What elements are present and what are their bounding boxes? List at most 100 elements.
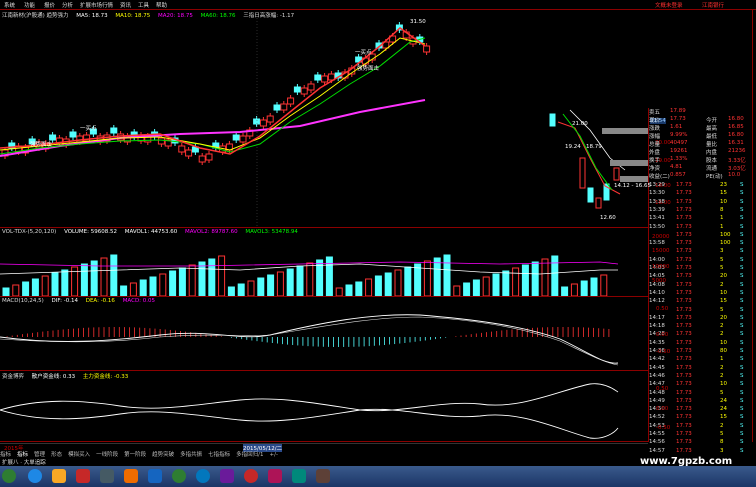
candle xyxy=(321,75,329,83)
quote-row: 总量 40497 量比 16.31 xyxy=(648,140,752,148)
volume-bar xyxy=(365,278,373,296)
indicator-tab[interactable]: 第一阶段 xyxy=(124,452,146,458)
volume-bar xyxy=(492,273,500,296)
tick-time: 14:00 xyxy=(649,256,665,263)
indicator-tab[interactable]: 趋势突破 xyxy=(152,452,174,458)
tick-row: 13:41 17.73 1 S xyxy=(648,215,752,223)
taskbar xyxy=(0,466,756,487)
tick-time: 13:29 xyxy=(649,182,665,188)
candle xyxy=(198,155,206,163)
tick-price: 17.73 xyxy=(676,447,692,454)
volume-bar xyxy=(374,275,382,296)
volume-bar xyxy=(159,273,167,296)
tick-price: 17.73 xyxy=(676,190,692,197)
price-21-label: 21.00 xyxy=(572,121,588,127)
tick-volume: 8 xyxy=(720,439,724,446)
volume-bar xyxy=(463,282,471,296)
indicator-tab[interactable]: 模拟买入 xyxy=(68,452,90,458)
login-status-link[interactable]: 文概未登录 xyxy=(655,1,683,9)
indicator-tab[interactable]: +/- xyxy=(270,452,278,458)
folder-icon[interactable] xyxy=(52,469,66,483)
macd-title: MACD(10,24,5) xyxy=(2,298,44,304)
app4-icon[interactable] xyxy=(148,469,162,483)
menu-news[interactable]: 资讯 xyxy=(120,1,131,9)
macd-chart xyxy=(0,314,619,366)
quote-value2: 16.80 xyxy=(728,116,744,122)
tick-time: 13:50 xyxy=(649,223,665,230)
volume-bar xyxy=(51,272,59,296)
quote-key: 外盘 xyxy=(649,150,661,156)
highlight-bar-2 xyxy=(610,160,648,166)
tick-price: 17.73 xyxy=(676,240,692,247)
volume-bar xyxy=(580,280,588,296)
tick-time: 13:39 xyxy=(649,206,665,213)
app5-icon[interactable] xyxy=(172,469,186,483)
menu-tools[interactable]: 工具 xyxy=(138,1,149,9)
fund-axis-zero: 0.00 xyxy=(656,406,669,412)
menu-system[interactable]: 系统 xyxy=(4,1,15,9)
start-icon[interactable] xyxy=(2,469,16,483)
vol-axis-5000: 5000 xyxy=(652,278,666,284)
app2-icon[interactable] xyxy=(100,469,114,483)
app8-icon[interactable] xyxy=(244,469,258,483)
app9-icon[interactable] xyxy=(268,469,282,483)
tick-price: 17.73 xyxy=(676,323,692,330)
ma5-line xyxy=(0,27,426,155)
tick-side: S xyxy=(740,439,744,446)
candle xyxy=(423,45,431,53)
ie-icon[interactable] xyxy=(28,469,42,483)
tick-side: S xyxy=(740,273,744,280)
quote-row: 收益(二) 0.857 PE(动) 10.0 xyxy=(648,172,752,180)
menu-help[interactable]: 帮助 xyxy=(156,1,167,9)
high-price-label: 31.50 xyxy=(410,19,426,25)
tick-price: 17.73 xyxy=(676,223,692,230)
tick-time: 14:49 xyxy=(649,397,665,404)
quote-key: 现价 xyxy=(649,118,661,124)
tick-price: 17.73 xyxy=(676,289,692,296)
tick-volume: 20 xyxy=(720,314,727,321)
tick-price: 17.73 xyxy=(676,422,692,429)
tick-price: 17.73 xyxy=(676,439,692,446)
menu-quote[interactable]: 报价 xyxy=(44,1,55,9)
tick-side: S xyxy=(740,215,744,222)
indicator-tab[interactable]: 七指指标 xyxy=(208,452,230,458)
tick-volume: 10 xyxy=(720,289,727,296)
tick-volume: 24 xyxy=(720,406,727,413)
bank-link[interactable]: 江南银行 xyxy=(702,1,724,9)
candle xyxy=(280,103,288,111)
indicator-tab[interactable]: 多指共振 xyxy=(180,452,202,458)
tick-row: 14:46 17.73 2 S xyxy=(648,373,752,381)
app7-icon[interactable] xyxy=(220,469,234,483)
volume-bar xyxy=(149,276,157,296)
tick-side: S xyxy=(740,389,744,396)
quote-key2: 最低 xyxy=(706,134,718,140)
tick-side: S xyxy=(740,447,744,454)
tick-price: 17.73 xyxy=(676,414,692,421)
tick-volume: 3 xyxy=(720,248,724,255)
tick-price: 17.73 xyxy=(676,265,692,271)
volume-bar xyxy=(296,265,304,296)
app1-icon[interactable] xyxy=(76,469,90,483)
menu-function[interactable]: 功能 xyxy=(24,1,35,9)
volume-bar xyxy=(453,285,461,296)
tick-side: S xyxy=(740,306,744,313)
menu-extended-market[interactable]: 扩展市场行情 xyxy=(80,1,113,9)
app11-icon[interactable] xyxy=(316,469,330,483)
app3-icon[interactable] xyxy=(124,469,138,483)
tick-row: 13:50 17.73 1 S xyxy=(648,224,752,232)
quote-key2: 流通 xyxy=(706,166,718,172)
menu-analysis[interactable]: 分析 xyxy=(62,1,73,9)
app10-icon[interactable] xyxy=(292,469,306,483)
app6-icon[interactable] xyxy=(196,469,210,483)
retail-fund-line xyxy=(0,383,619,412)
indicator-tab[interactable]: 形态 xyxy=(51,452,62,458)
quote-row: 净资 4.81 流通 3.03亿 xyxy=(648,164,752,172)
tick-price: 17.73 xyxy=(676,339,692,346)
volume-bar xyxy=(178,267,186,296)
indicator-tab[interactable]: 多指回归/1 xyxy=(236,452,263,458)
volume-bar xyxy=(521,264,529,296)
indicator-tab[interactable]: 一线阶段 xyxy=(96,452,118,458)
tick-row: 14:35 17.73 10 S xyxy=(648,340,752,348)
tick-volume: 2 xyxy=(720,331,724,338)
quote-value2: 3.03亿 xyxy=(728,166,746,172)
